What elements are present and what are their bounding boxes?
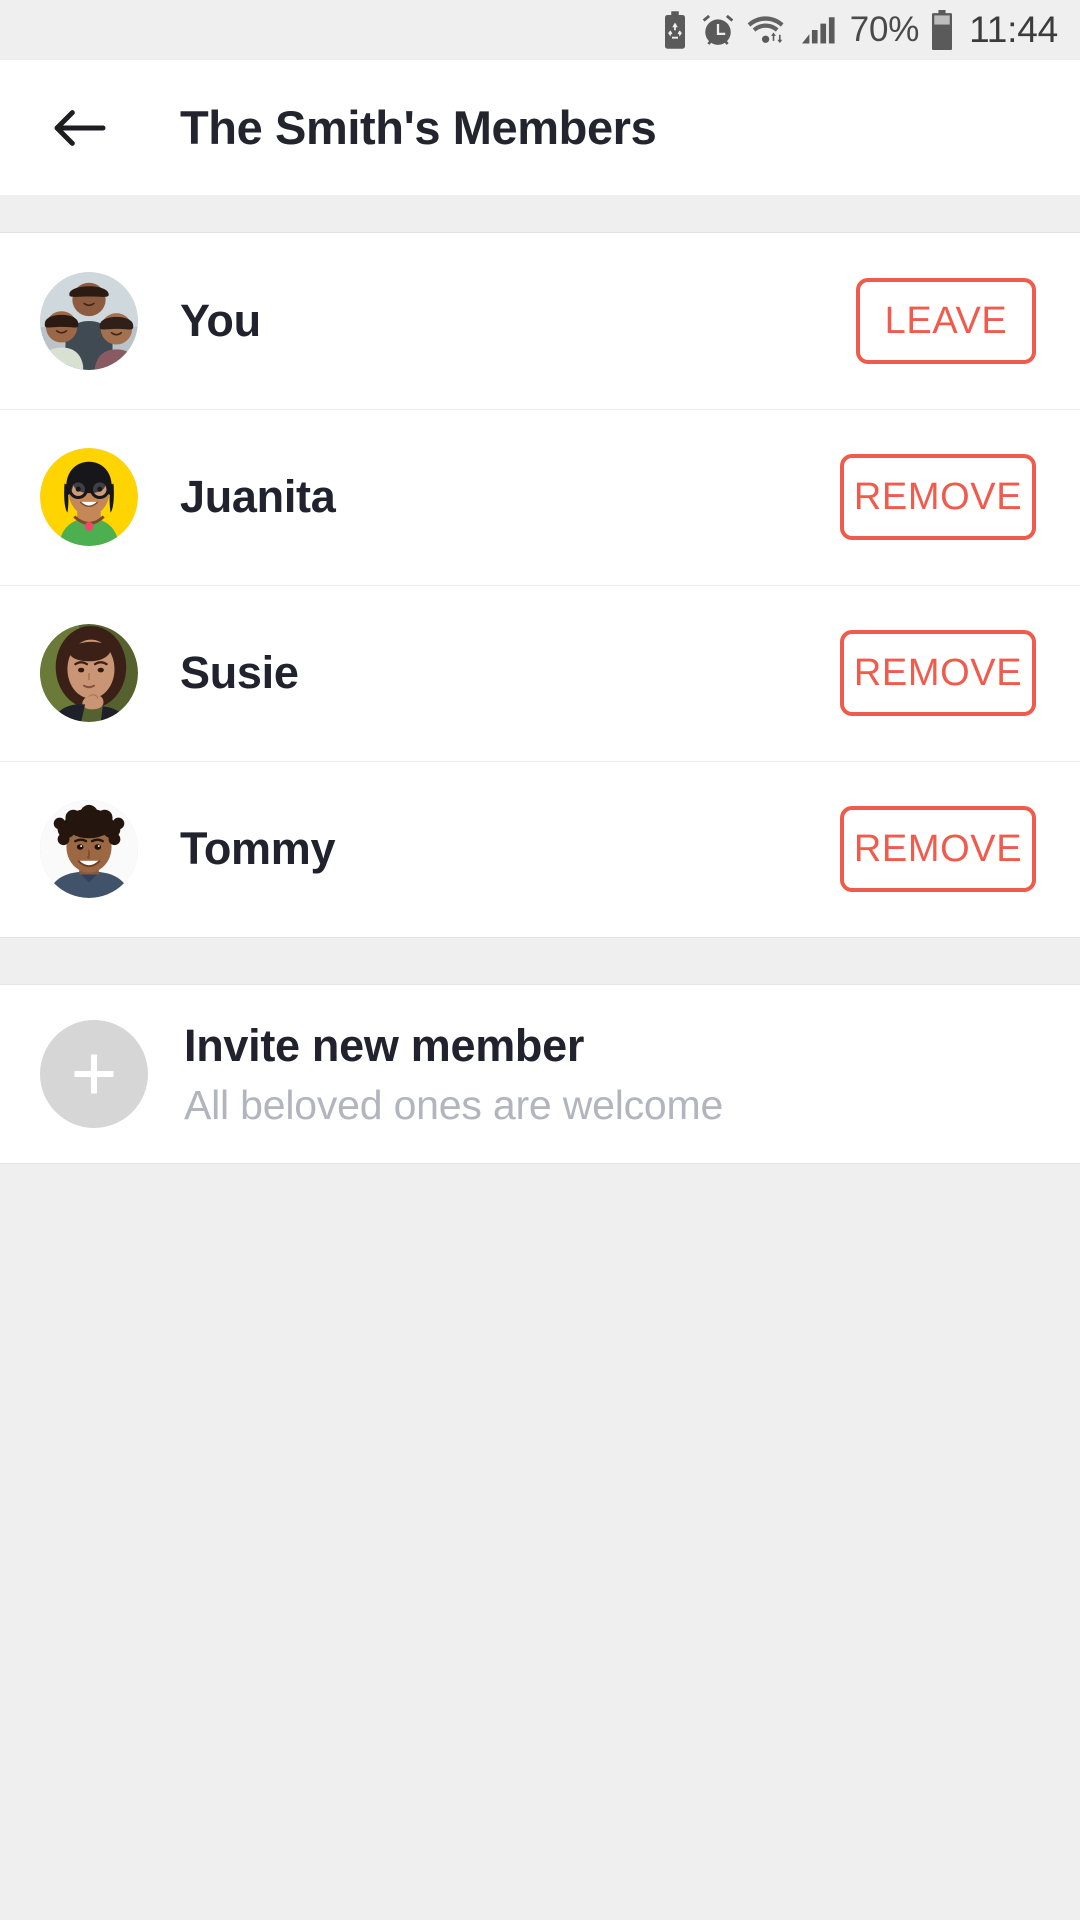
page-title: The Smith's Members xyxy=(180,101,657,154)
leave-button[interactable]: LEAVE xyxy=(856,278,1036,364)
avatar xyxy=(40,272,138,370)
back-button[interactable] xyxy=(44,92,116,164)
invite-new-member-row[interactable]: Invite new member All beloved ones are w… xyxy=(0,985,1080,1163)
plus-icon xyxy=(40,1020,148,1128)
table-row[interactable]: You LEAVE xyxy=(0,233,1080,409)
member-name: Susie xyxy=(180,647,299,698)
young-boy-photo-avatar xyxy=(40,800,138,898)
member-name: Juanita xyxy=(180,471,336,522)
app-bar: The Smith's Members xyxy=(0,60,1080,195)
remove-button[interactable]: REMOVE xyxy=(840,806,1036,892)
section-gap-middle xyxy=(0,937,1080,985)
invite-subtitle: All beloved ones are welcome xyxy=(184,1081,724,1128)
alarm-clock-icon xyxy=(701,13,735,47)
wifi-icon xyxy=(746,13,788,47)
screen: 70% 11:44 The Smith's Members You LEAVE … xyxy=(0,0,1080,1920)
section-gap-top xyxy=(0,195,1080,233)
young-woman-photo-avatar xyxy=(40,624,138,722)
family-photo-avatar xyxy=(40,272,138,370)
remove-button[interactable]: REMOVE xyxy=(840,454,1036,540)
remove-button[interactable]: REMOVE xyxy=(840,630,1036,716)
member-name: Tommy xyxy=(180,823,336,874)
avatar xyxy=(40,800,138,898)
battery-percent-label: 70% xyxy=(849,10,920,49)
table-row[interactable]: Juanita REMOVE xyxy=(0,409,1080,585)
clock-label: 11:44 xyxy=(969,9,1058,50)
battery-icon xyxy=(930,10,954,50)
avatar xyxy=(40,624,138,722)
member-name: You xyxy=(180,295,261,346)
power-saving-battery-icon xyxy=(660,11,690,49)
status-bar: 70% 11:44 xyxy=(0,0,1080,60)
invite-section: Invite new member All beloved ones are w… xyxy=(0,985,1080,1163)
cellular-signal-icon xyxy=(799,13,839,47)
illustrated-woman-glasses-avatar xyxy=(40,448,138,546)
invite-title: Invite new member xyxy=(184,1019,585,1071)
avatar xyxy=(40,448,138,546)
invite-text-block: Invite new member All beloved ones are w… xyxy=(184,1020,723,1129)
table-row[interactable]: Tommy REMOVE xyxy=(0,761,1080,937)
back-arrow-icon xyxy=(54,109,106,146)
empty-area xyxy=(0,1163,1080,1920)
members-list: You LEAVE Juanita REMOVE Susie REMOVE To… xyxy=(0,233,1080,937)
table-row[interactable]: Susie REMOVE xyxy=(0,585,1080,761)
